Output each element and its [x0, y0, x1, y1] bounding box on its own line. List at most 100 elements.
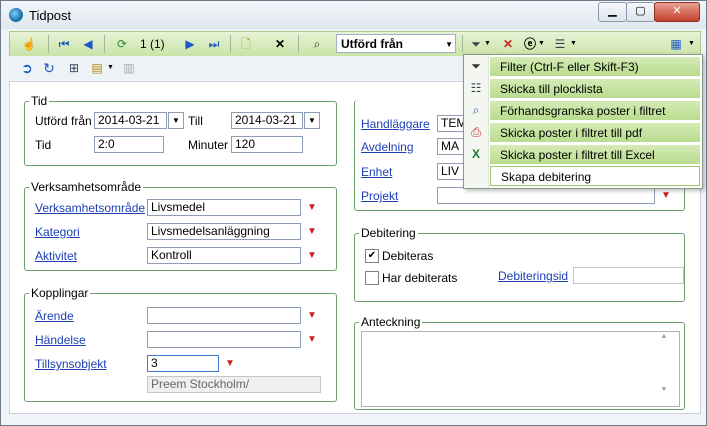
window: Tidpost ▁ ▢ ✕ ☝ ⏮ ◀ ⟳ 1 (1) ▶ ⏭ 🗋 ✕ ⌕ Ut…: [0, 0, 707, 426]
tid-legend: Tid: [31, 94, 48, 108]
layout-icon[interactable]: ▦: [668, 34, 684, 54]
tillsynsobjekt-name: Preem Stockholm/: [147, 376, 321, 393]
toolbar-separator: [298, 35, 299, 53]
utford-fran-dropdown[interactable]: ▼: [168, 112, 184, 129]
anteckning-textarea[interactable]: [361, 331, 680, 407]
till-field[interactable]: 2014-03-21: [231, 112, 303, 129]
utford-fran-label: Utförd från: [35, 114, 92, 128]
debiteringsid-link[interactable]: Debiteringsid: [498, 269, 568, 283]
report-dropdown-icon[interactable]: ▼: [107, 58, 114, 78]
debitering-group: Debitering: [354, 226, 685, 302]
projekt-field[interactable]: [437, 187, 655, 204]
menu-item-plocklista[interactable]: Skicka till plocklista: [490, 78, 700, 98]
window-title: Tidpost: [29, 8, 72, 23]
layout-dropdown-icon[interactable]: ▼: [688, 34, 695, 54]
filter-menu: ⏷ Filter (Ctrl-F eller Skift-F3) ☷ Skick…: [463, 54, 703, 189]
kategori-field[interactable]: Livsmedelsanläggning: [147, 223, 301, 240]
delete-record-icon[interactable]: ✕: [272, 34, 288, 54]
aktivitet-field[interactable]: Kontroll: [147, 247, 301, 264]
arende-field[interactable]: [147, 307, 301, 324]
handelse-link[interactable]: Händelse: [35, 333, 86, 347]
anteckning-scrollbar[interactable]: ▲ ▼: [657, 333, 671, 399]
tid-field[interactable]: 2:0: [94, 136, 164, 153]
list-icon: ☷: [470, 81, 482, 95]
scroll-down-icon[interactable]: ▼: [657, 386, 671, 393]
tid-group: Tid: [24, 94, 337, 166]
till-dropdown[interactable]: ▼: [304, 112, 320, 129]
aktivitet-dropdown-icon[interactable]: ▼: [304, 247, 320, 264]
filter-dropdown-icon[interactable]: ▼: [484, 34, 491, 54]
debitering-legend: Debitering: [361, 226, 416, 240]
binoculars-icon[interactable]: ⌕: [308, 34, 326, 54]
last-record-icon[interactable]: ⏭: [206, 34, 222, 54]
projekt-link[interactable]: Projekt: [361, 189, 398, 203]
utford-fran-field[interactable]: 2014-03-21: [94, 112, 167, 129]
e-dropdown-icon[interactable]: ▼: [538, 34, 545, 54]
toolbar-separator: [48, 35, 49, 53]
chevron-down-icon[interactable]: ▼: [445, 35, 453, 54]
menu-item-skapa-debitering[interactable]: Skapa debitering: [490, 166, 700, 186]
menu-item-forhandsgranska[interactable]: Förhandsgranska poster i filtret: [490, 100, 700, 120]
projekt-dropdown-icon[interactable]: ▼: [658, 187, 674, 204]
handlaggare-link[interactable]: Handläggare: [361, 117, 430, 131]
har-debiterats-label: Har debiterats: [382, 271, 458, 285]
till-label: Till: [188, 114, 203, 128]
maximize-button[interactable]: ▢: [626, 2, 655, 22]
arende-dropdown-icon[interactable]: ▼: [304, 307, 320, 324]
search-field-value: Utförd från: [341, 37, 403, 51]
verksamhetsomrade-dropdown-icon[interactable]: ▼: [304, 199, 320, 216]
pdf-icon: ⎙: [471, 125, 481, 139]
first-record-icon[interactable]: ⏮: [56, 34, 72, 54]
toolbar-separator: [230, 35, 231, 53]
excel-icon: X: [471, 147, 480, 161]
sync-icon[interactable]: ↻: [41, 58, 57, 78]
aktivitet-link[interactable]: Aktivitet: [35, 249, 77, 263]
search-field-combo[interactable]: Utförd från ▼: [336, 34, 456, 53]
enhet-link[interactable]: Enhet: [361, 165, 392, 179]
toolbar-separator: [462, 35, 463, 53]
filter-icon[interactable]: ⏷: [468, 34, 484, 54]
handelse-field[interactable]: [147, 331, 301, 348]
har-debiterats-checkbox[interactable]: [365, 271, 379, 285]
menu-item-filter[interactable]: Filter (Ctrl-F eller Skift-F3): [490, 56, 700, 76]
clear-filter-icon[interactable]: ✕: [500, 34, 516, 54]
e-icon[interactable]: ⓔ: [522, 34, 538, 54]
avdelning-link[interactable]: Avdelning: [361, 140, 414, 154]
title-bar: Tidpost ▁ ▢ ✕: [1, 1, 706, 29]
filter-icon: ⏷: [471, 59, 481, 73]
minuter-field[interactable]: 120: [231, 136, 303, 153]
debiteras-checkbox[interactable]: ✔: [365, 249, 379, 263]
document-icon[interactable]: ▥: [121, 58, 137, 78]
hand-icon[interactable]: ☝: [20, 34, 38, 54]
arende-link[interactable]: Ärende: [35, 309, 74, 323]
toolbar-separator: [104, 35, 105, 53]
verksamhetsomrade-link[interactable]: Verksamhetsområde: [35, 201, 145, 215]
close-button[interactable]: ✕: [654, 2, 700, 22]
debiteras-label: Debiteras: [382, 249, 434, 263]
preview-icon: ⌕: [472, 103, 480, 117]
refresh-record-icon[interactable]: ⟳: [114, 34, 130, 54]
new-record-icon[interactable]: 🗋: [238, 34, 254, 54]
kategori-dropdown-icon[interactable]: ▼: [304, 223, 320, 240]
kategori-link[interactable]: Kategori: [35, 225, 80, 239]
verksamhet-legend: Verksamhetsområde: [31, 180, 142, 194]
tillsynsobjekt-dropdown-icon[interactable]: ▼: [222, 355, 238, 372]
menu-item-pdf[interactable]: Skicka poster i filtret till pdf: [490, 122, 700, 142]
minuter-label: Minuter: [188, 138, 229, 152]
menu-icon-column: [464, 55, 489, 188]
minimize-button[interactable]: ▁: [598, 2, 627, 22]
previous-record-icon[interactable]: ◀: [80, 34, 96, 54]
list-view-icon[interactable]: ☰: [552, 34, 568, 54]
tillsynsobjekt-field[interactable]: 3: [147, 355, 219, 372]
next-record-icon[interactable]: ▶: [182, 34, 198, 54]
debiteringsid-field[interactable]: [573, 267, 684, 284]
go-forward-icon[interactable]: ➲: [19, 58, 35, 78]
tillsynsobjekt-link[interactable]: Tillsynsobjekt: [35, 357, 107, 371]
report-icon[interactable]: ▤: [89, 58, 105, 78]
tree-icon[interactable]: ⊞: [65, 58, 83, 78]
menu-item-excel[interactable]: Skicka poster i filtret till Excel: [490, 144, 700, 164]
handelse-dropdown-icon[interactable]: ▼: [304, 331, 320, 348]
scroll-up-icon[interactable]: ▲: [657, 333, 671, 340]
list-dropdown-icon[interactable]: ▼: [570, 34, 577, 54]
verksamhetsomrade-field[interactable]: Livsmedel: [147, 199, 301, 216]
